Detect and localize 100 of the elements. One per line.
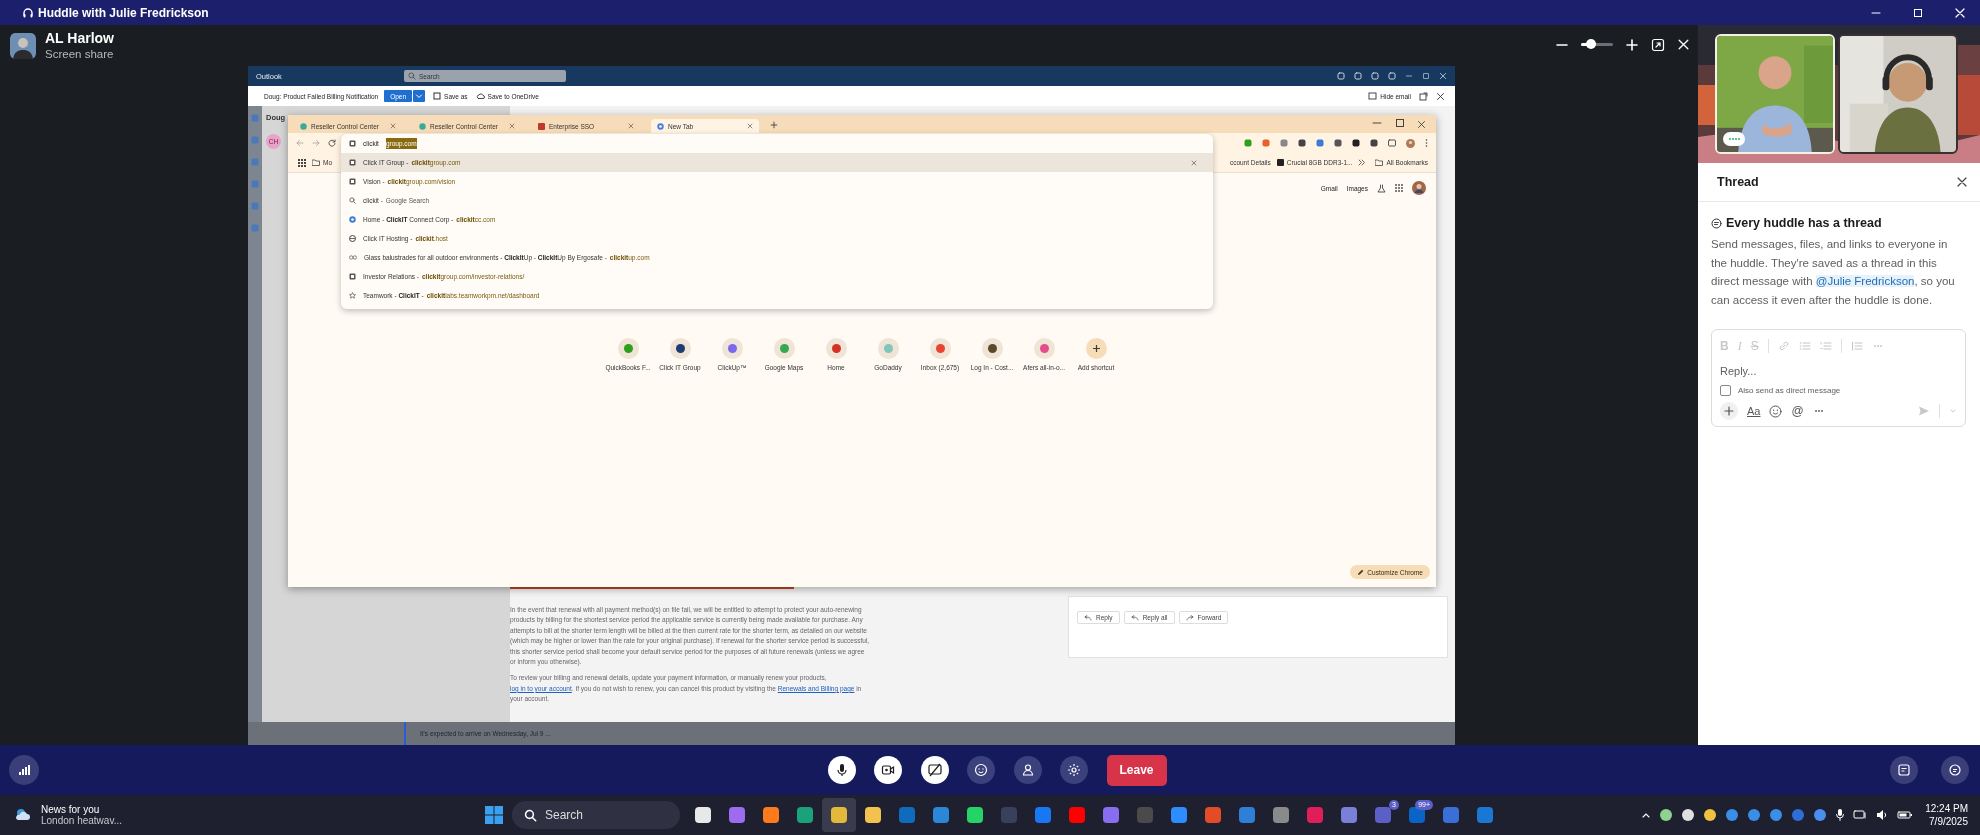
chat-icon[interactable]	[1941, 756, 1969, 784]
close-icon[interactable]	[1436, 91, 1445, 101]
page-icon	[349, 140, 356, 147]
microphone-icon[interactable]	[1835, 808, 1846, 822]
extension-icon[interactable]	[1298, 139, 1306, 147]
emoji-icon[interactable]	[967, 756, 995, 784]
mention-button[interactable]: @	[1791, 404, 1804, 418]
search-icon	[408, 72, 416, 80]
forward-icon	[1185, 614, 1194, 621]
tray-icon[interactable]	[1813, 808, 1828, 822]
folder-icon	[1375, 159, 1384, 166]
site-icon	[877, 338, 899, 359]
site-icon	[929, 338, 951, 359]
window-title: Huddle with Julie Fredrickson	[38, 5, 209, 20]
remove-icon[interactable]	[1191, 159, 1197, 166]
section-heading: Every huddle has a thread	[1726, 216, 1882, 230]
signal-icon[interactable]	[9, 755, 39, 785]
site-icon	[721, 338, 743, 359]
profile-icon[interactable]	[1406, 138, 1415, 148]
flask-icon[interactable]	[1377, 183, 1386, 193]
thread-description: Send messages, files, and links to everyone in the huddle. They're saved as a thread in this direct message with @Julie Fredrickson, so you can access it even after the huddle is done.	[1711, 237, 1956, 308]
screen-share-off-icon[interactable]	[920, 756, 949, 784]
notes-icon[interactable]	[1890, 756, 1918, 784]
more-bookmarks-icon[interactable]	[1358, 159, 1366, 166]
site-icon	[419, 122, 426, 130]
settings-icon[interactable]	[1060, 756, 1088, 784]
toolbar-icon[interactable]	[1371, 72, 1379, 80]
presenter-status: Screen share	[45, 46, 114, 62]
reply-icon	[1130, 614, 1139, 621]
toolbar-icon[interactable]	[1337, 72, 1345, 80]
clock-time: 12:24 PM	[1925, 802, 1968, 815]
site-icon	[617, 338, 639, 359]
site-icon	[669, 338, 691, 359]
cloud-icon	[475, 92, 485, 100]
save-icon	[433, 92, 442, 100]
site-icon	[300, 122, 307, 130]
display-icon[interactable]	[1853, 808, 1868, 822]
toolbar-icon[interactable]	[1388, 72, 1396, 80]
close-icon[interactable]	[1956, 176, 1968, 188]
headphones-icon	[22, 6, 34, 19]
checkbox[interactable]	[1720, 385, 1731, 396]
presenter-name: AL Harlow	[45, 29, 114, 47]
panel-icon	[1368, 92, 1378, 100]
avatar	[10, 32, 36, 59]
microphone-icon[interactable]	[827, 756, 856, 784]
news-headline: London heatwav...	[41, 815, 122, 826]
clock-date: 7/9/2025	[1928, 815, 1968, 828]
avatar[interactable]	[1412, 181, 1426, 195]
reload-icon[interactable]	[328, 139, 336, 147]
browser-icon	[657, 122, 664, 130]
extension-icon[interactable]	[1352, 139, 1360, 147]
checkbox-label: Also send as direct message	[1738, 386, 1841, 395]
tray-icon[interactable]	[1703, 808, 1718, 822]
pencil-icon	[1357, 568, 1365, 576]
page-icon	[349, 273, 356, 280]
taskbar-button[interactable]	[822, 798, 856, 832]
tray-icon[interactable]	[1659, 808, 1674, 822]
reply-field[interactable]: Reply...	[1720, 365, 1957, 377]
site-icon	[1033, 338, 1055, 359]
battery-icon[interactable]	[1897, 808, 1914, 822]
text-format-button[interactable]: Aa	[1747, 405, 1761, 417]
maximize-icon[interactable]	[1912, 6, 1924, 19]
maximize-icon[interactable]	[1394, 117, 1406, 129]
panel-title: Thread	[1717, 175, 1759, 189]
site-icon	[773, 338, 795, 359]
site-icon	[825, 338, 847, 359]
link-icon	[349, 255, 357, 260]
globe-icon	[349, 216, 356, 223]
new-tab-icon[interactable]	[770, 121, 778, 129]
dropdown-button[interactable]	[413, 90, 426, 102]
plus-icon[interactable]	[1625, 37, 1639, 52]
globe-icon	[349, 235, 356, 242]
extension-icon[interactable]	[1334, 139, 1342, 147]
fullscreen-icon[interactable]	[1651, 37, 1665, 52]
search-icon	[524, 808, 537, 822]
leave-button[interactable]: Leave	[1106, 754, 1167, 786]
plus-icon	[1085, 338, 1107, 359]
page-icon	[349, 159, 356, 166]
reply-icon	[1084, 614, 1092, 621]
apps-icon[interactable]	[298, 158, 306, 167]
site-icon	[1276, 159, 1284, 166]
news-title: News for you	[41, 804, 100, 815]
extension-icon[interactable]	[1370, 139, 1378, 147]
start-icon[interactable]	[484, 805, 504, 825]
site-icon	[981, 338, 1003, 359]
people-icon[interactable]	[1013, 756, 1042, 784]
thread-icon	[1711, 217, 1722, 229]
star-icon	[349, 292, 356, 299]
page-icon	[349, 178, 356, 185]
tray-icon[interactable]	[1681, 808, 1696, 822]
folder-icon	[312, 159, 320, 166]
camera-icon[interactable]	[874, 756, 902, 784]
apps-icon[interactable]	[1395, 184, 1403, 192]
side-panel-icon[interactable]	[1388, 139, 1396, 147]
search-field[interactable]: Search	[512, 801, 680, 829]
menu-icon[interactable]	[1425, 139, 1428, 147]
site-icon	[538, 122, 545, 130]
search-icon	[349, 197, 356, 204]
pop-out-icon[interactable]	[1419, 91, 1428, 101]
toolbar-icon[interactable]	[1354, 72, 1362, 80]
